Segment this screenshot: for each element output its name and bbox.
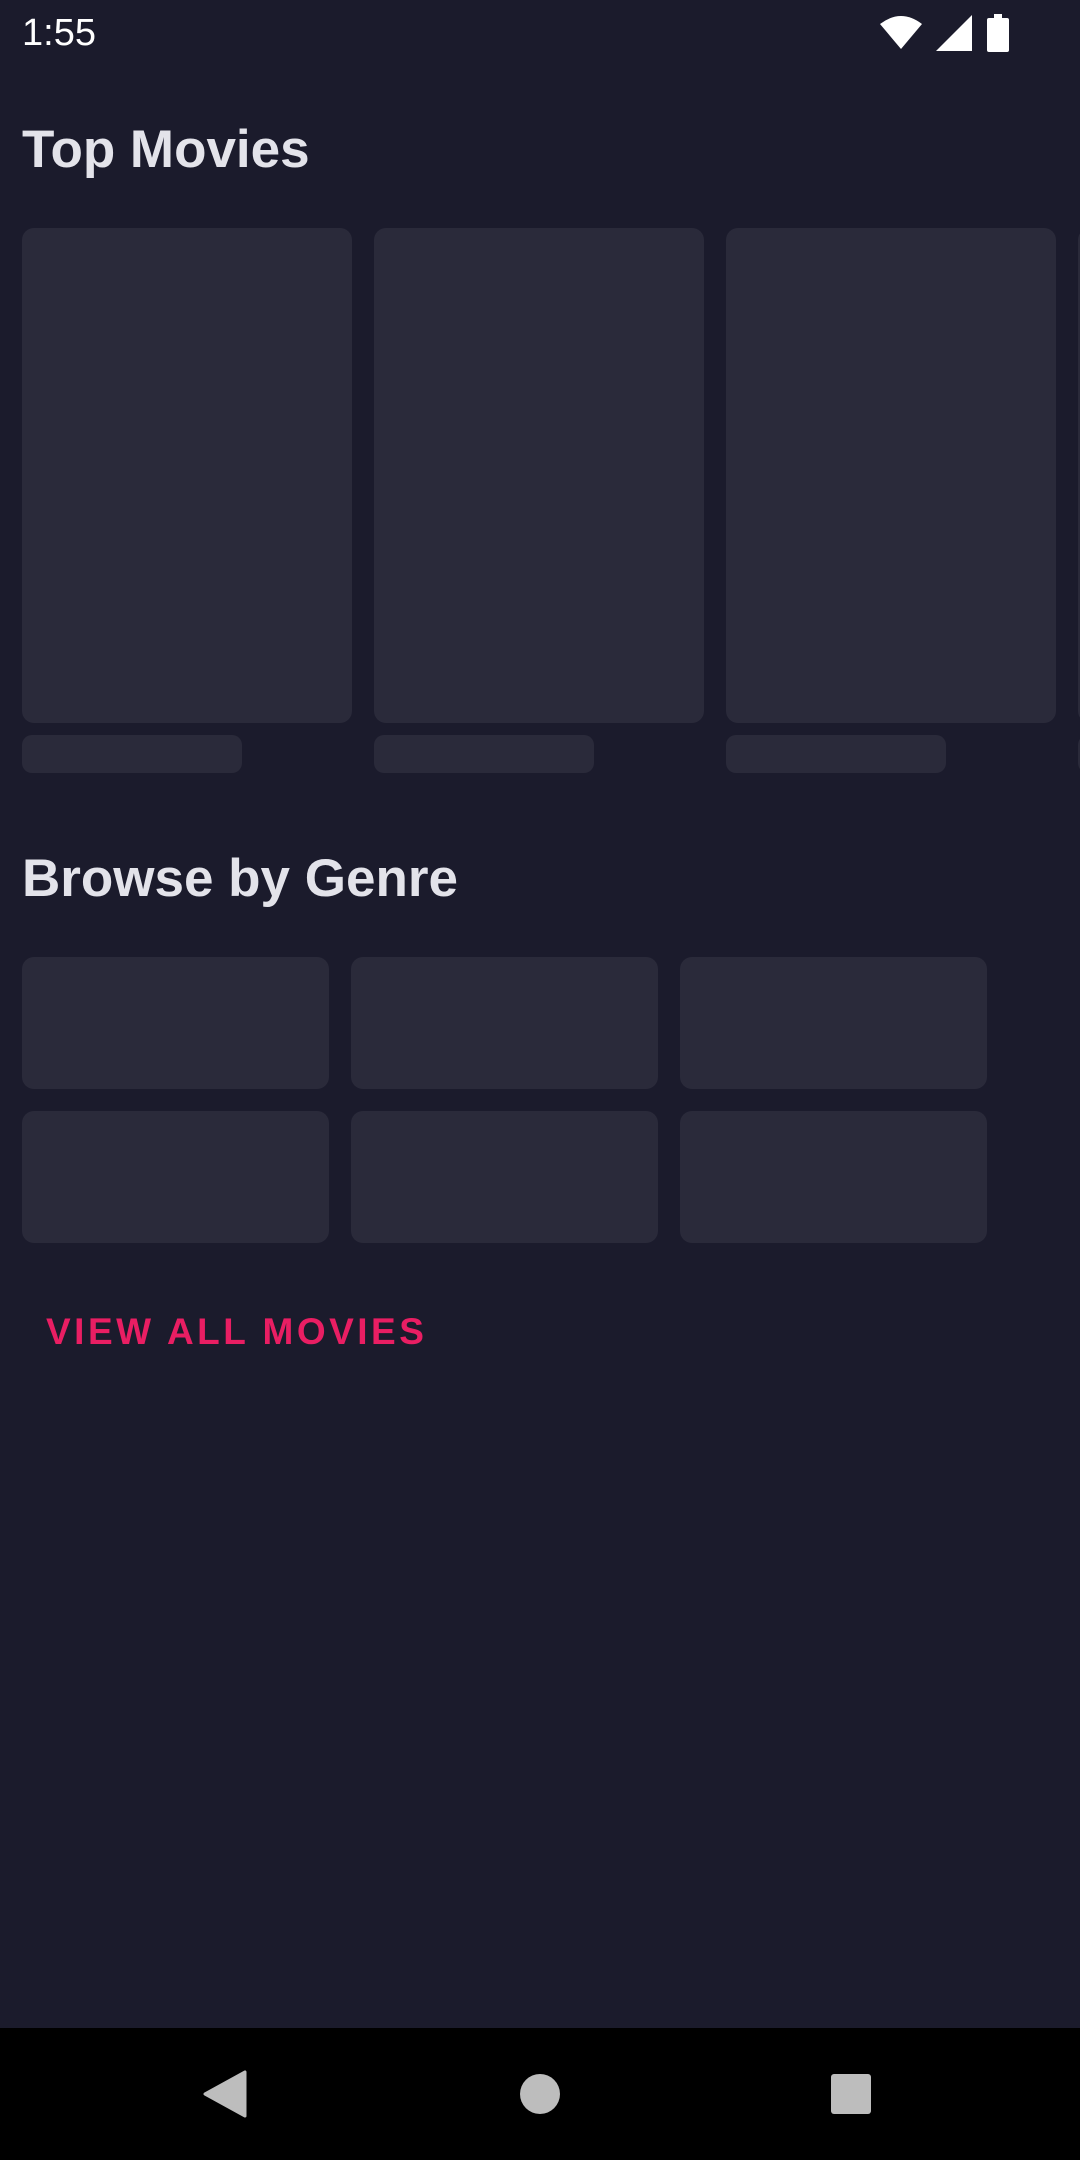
wifi-icon — [880, 16, 922, 50]
top-movies-title: Top Movies — [22, 120, 310, 179]
status-icons — [880, 14, 1010, 52]
cell-signal-icon — [936, 15, 972, 51]
status-time: 1:55 — [22, 12, 96, 54]
genre-tile-placeholder[interactable] — [22, 957, 329, 1089]
movie-poster-placeholder — [726, 228, 1056, 723]
view-all-movies-button[interactable]: VIEW ALL MOVIES — [28, 1298, 445, 1366]
movie-title-placeholder — [22, 735, 242, 773]
genre-tile-placeholder[interactable] — [351, 957, 658, 1089]
battery-icon — [986, 14, 1010, 52]
movie-poster-placeholder — [22, 228, 352, 723]
genre-tile-placeholder[interactable] — [351, 1111, 658, 1243]
movie-title-placeholder — [374, 735, 594, 773]
genre-tile-placeholder[interactable] — [680, 957, 987, 1089]
navigation-bar — [0, 2028, 1080, 2160]
genre-tile-placeholder[interactable] — [680, 1111, 987, 1243]
status-bar: 1:55 — [0, 0, 1080, 66]
recents-icon[interactable] — [821, 2064, 881, 2124]
genre-tile-placeholder[interactable] — [22, 1111, 329, 1243]
genre-grid — [22, 957, 1022, 1243]
browse-by-genre-title: Browse by Genre — [22, 849, 458, 908]
movie-title-placeholder — [726, 735, 946, 773]
movie-card-placeholder[interactable] — [374, 228, 704, 773]
movie-card-placeholder[interactable] — [22, 228, 352, 773]
home-icon[interactable] — [510, 2064, 570, 2124]
movie-poster-placeholder — [374, 228, 704, 723]
top-movies-row[interactable] — [22, 228, 1080, 774]
back-icon[interactable] — [195, 2064, 255, 2124]
movie-card-placeholder[interactable] — [726, 228, 1056, 773]
